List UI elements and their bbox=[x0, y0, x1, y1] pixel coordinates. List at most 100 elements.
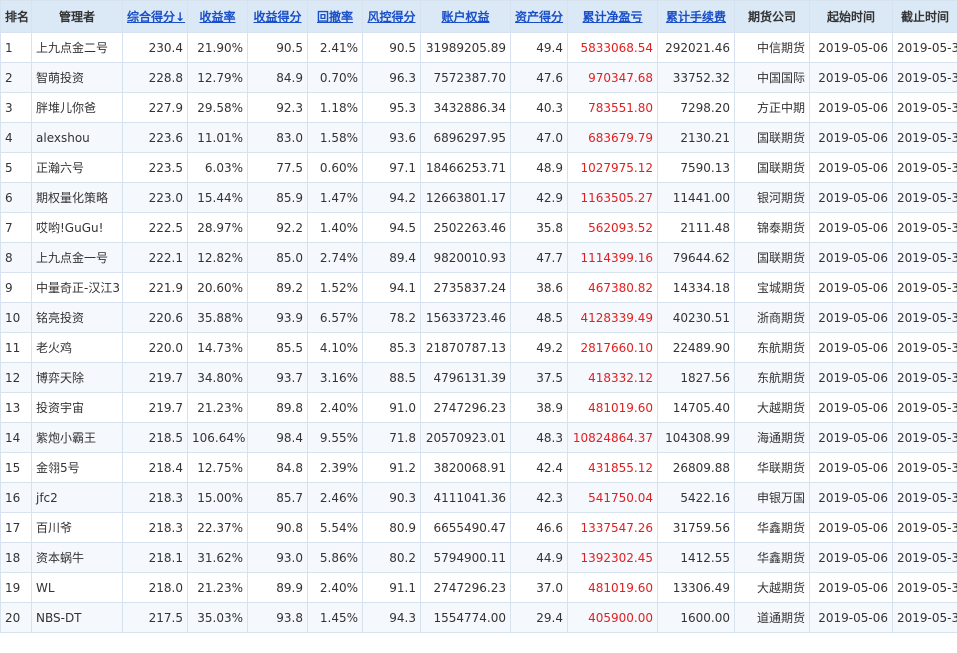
header-label[interactable]: 收益率 bbox=[199, 10, 235, 24]
cell-manager: 上九点金二号 bbox=[31, 32, 123, 63]
column-header-end-time: 截止时间 bbox=[892, 0, 957, 33]
cell-end-time: 2019-05-30 bbox=[892, 122, 957, 153]
cell-futures-company: 东航期货 bbox=[734, 362, 810, 393]
cell-net-pnl: 1027975.12 bbox=[567, 152, 658, 183]
cell-rank: 12 bbox=[0, 362, 32, 393]
cell-risk-score: 91.0 bbox=[362, 392, 421, 423]
cell-futures-company: 浙商期货 bbox=[734, 302, 810, 333]
table-row[interactable]: 1 上九点金二号 230.4 21.90% 90.5 2.41% 90.5 31989205.… bbox=[0, 32, 957, 63]
cell-drawdown-rate: 2.39% bbox=[307, 452, 363, 483]
cell-start-time: 2019-05-06 bbox=[809, 482, 893, 513]
cell-end-time: 2019-05-30 bbox=[892, 482, 957, 513]
cell-risk-score: 89.4 bbox=[362, 242, 421, 273]
cell-net-pnl: 418332.12 bbox=[567, 362, 658, 393]
cell-return-score: 77.5 bbox=[247, 152, 308, 183]
cell-account-equity: 4111041.36 bbox=[420, 482, 511, 513]
table-row[interactable]: 18 资本蜗牛 218.1 31.62% 93.0 5.86% 80.2 5794900.11… bbox=[0, 542, 957, 573]
column-header-account-equity[interactable]: 账户权益 bbox=[420, 0, 511, 33]
column-header-risk-score[interactable]: 风控得分 bbox=[362, 0, 421, 33]
cell-start-time: 2019-05-06 bbox=[809, 572, 893, 603]
table-row[interactable]: 6 期权量化策略 223.0 15.44% 85.9 1.47% 94.2 12663801.… bbox=[0, 182, 957, 213]
cell-return-rate: 15.44% bbox=[187, 182, 248, 213]
cell-risk-score: 96.3 bbox=[362, 62, 421, 93]
cell-asset-score: 48.9 bbox=[510, 152, 568, 183]
cell-risk-score: 93.6 bbox=[362, 122, 421, 153]
table-row[interactable]: 16 jfc2 218.3 15.00% 85.7 2.46% 90.3 4111041.36… bbox=[0, 482, 957, 513]
table-row[interactable]: 10 铭亮投资 220.6 35.88% 93.9 6.57% 78.2 15633723.4… bbox=[0, 302, 957, 333]
table-row[interactable]: 9 中量奇正-汉江3 221.9 20.60% 89.2 1.52% 94.1 2735837… bbox=[0, 272, 957, 303]
cell-net-pnl: 683679.79 bbox=[567, 122, 658, 153]
table-row[interactable]: 11 老火鸡 220.0 14.73% 85.5 4.10% 85.3 21870787.13… bbox=[0, 332, 957, 363]
table-row[interactable]: 13 投资宇宙 219.7 21.23% 89.8 2.40% 91.0 2747296.23… bbox=[0, 392, 957, 423]
cell-fees: 5422.16 bbox=[657, 482, 735, 513]
column-header-fees[interactable]: 累计手续费 bbox=[657, 0, 735, 33]
header-label[interactable]: 回撤率 bbox=[317, 10, 353, 24]
cell-risk-score: 88.5 bbox=[362, 362, 421, 393]
cell-net-pnl: 1337547.26 bbox=[567, 512, 658, 543]
cell-drawdown-rate: 1.40% bbox=[307, 212, 363, 243]
cell-start-time: 2019-05-06 bbox=[809, 92, 893, 123]
cell-account-equity: 9820010.93 bbox=[420, 242, 511, 273]
table-row[interactable]: 8 上九点金一号 222.1 12.82% 85.0 2.74% 89.4 9820010.9… bbox=[0, 242, 957, 273]
cell-drawdown-rate: 2.46% bbox=[307, 482, 363, 513]
table-row[interactable]: 12 博弈天除 219.7 34.80% 93.7 3.16% 88.5 4796131.39… bbox=[0, 362, 957, 393]
cell-drawdown-rate: 5.86% bbox=[307, 542, 363, 573]
cell-asset-score: 49.4 bbox=[510, 32, 568, 63]
table-row[interactable]: 17 百川爷 218.3 22.37% 90.8 5.54% 80.9 6655490.47 4… bbox=[0, 512, 957, 543]
cell-start-time: 2019-05-06 bbox=[809, 602, 893, 633]
cell-asset-score: 37.0 bbox=[510, 572, 568, 603]
header-label[interactable]: 资产得分 bbox=[515, 10, 563, 24]
cell-total-score: 227.9 bbox=[122, 92, 188, 123]
cell-end-time: 2019-05-30 bbox=[892, 332, 957, 363]
header-label[interactable]: 综合得分↓ bbox=[127, 10, 185, 24]
cell-end-time: 2019-05-30 bbox=[892, 92, 957, 123]
cell-manager: 上九点金一号 bbox=[31, 242, 123, 273]
cell-manager: WL bbox=[31, 572, 123, 603]
cell-total-score: 220.0 bbox=[122, 332, 188, 363]
table-row[interactable]: 19 WL 218.0 21.23% 89.9 2.40% 91.1 2747296.23 37… bbox=[0, 572, 957, 603]
cell-risk-score: 94.2 bbox=[362, 182, 421, 213]
column-header-return-score[interactable]: 收益得分 bbox=[247, 0, 308, 33]
cell-fees: 13306.49 bbox=[657, 572, 735, 603]
table-row[interactable]: 5 正瀚六号 223.5 6.03% 77.5 0.60% 97.1 18466253.71 4… bbox=[0, 152, 957, 183]
column-header-asset-score[interactable]: 资产得分 bbox=[510, 0, 568, 33]
table-row[interactable]: 15 金翎5号 218.4 12.75% 84.8 2.39% 91.2 3820068.91… bbox=[0, 452, 957, 483]
table-row[interactable]: 7 哎哟!GuGu! 222.5 28.97% 92.2 1.40% 94.5 2502263… bbox=[0, 212, 957, 243]
cell-total-score: 223.6 bbox=[122, 122, 188, 153]
table-row[interactable]: 4 alexshou 223.6 11.01% 83.0 1.58% 93.6 6896297… bbox=[0, 122, 957, 153]
cell-asset-score: 48.5 bbox=[510, 302, 568, 333]
cell-total-score: 230.4 bbox=[122, 32, 188, 63]
table-row[interactable]: 3 胖堆儿你爸 227.9 29.58% 92.3 1.18% 95.3 3432886.34… bbox=[0, 92, 957, 123]
cell-manager: 紫炮小霸王 bbox=[31, 422, 123, 453]
cell-total-score: 220.6 bbox=[122, 302, 188, 333]
header-label[interactable]: 风控得分 bbox=[367, 10, 415, 24]
column-header-return-rate[interactable]: 收益率 bbox=[187, 0, 248, 33]
cell-manager: alexshou bbox=[31, 122, 123, 153]
cell-fees: 14334.18 bbox=[657, 272, 735, 303]
cell-risk-score: 94.3 bbox=[362, 602, 421, 633]
cell-fees: 1827.56 bbox=[657, 362, 735, 393]
cell-account-equity: 15633723.46 bbox=[420, 302, 511, 333]
column-header-drawdown-rate[interactable]: 回撤率 bbox=[307, 0, 363, 33]
cell-net-pnl: 481019.60 bbox=[567, 572, 658, 603]
cell-rank: 5 bbox=[0, 152, 32, 183]
header-label[interactable]: 账户权益 bbox=[441, 10, 489, 24]
cell-drawdown-rate: 5.54% bbox=[307, 512, 363, 543]
header-label[interactable]: 收益得分 bbox=[253, 10, 301, 24]
cell-net-pnl: 10824864.37 bbox=[567, 422, 658, 453]
column-header-total-score[interactable]: 综合得分↓ bbox=[122, 0, 188, 33]
table-row[interactable]: 14 紫炮小霸王 218.5 106.64% 98.4 9.55% 71.8 20570923… bbox=[0, 422, 957, 453]
cell-total-score: 218.5 bbox=[122, 422, 188, 453]
cell-manager: 博弈天除 bbox=[31, 362, 123, 393]
cell-fees: 22489.90 bbox=[657, 332, 735, 363]
header-label: 排名 bbox=[5, 10, 30, 24]
cell-end-time: 2019-05-30 bbox=[892, 182, 957, 213]
header-label[interactable]: 累计手续费 bbox=[666, 10, 726, 24]
table-row[interactable]: 2 智萌投资 228.8 12.79% 84.9 0.70% 96.3 7572387.70 4… bbox=[0, 62, 957, 93]
cell-account-equity: 4796131.39 bbox=[420, 362, 511, 393]
column-header-net-pnl[interactable]: 累计净盈亏 bbox=[567, 0, 658, 33]
cell-risk-score: 91.2 bbox=[362, 452, 421, 483]
table-row[interactable]: 20 NBS-DT 217.5 35.03% 93.8 1.45% 94.3 1554774.… bbox=[0, 602, 957, 633]
cell-fees: 11441.00 bbox=[657, 182, 735, 213]
header-label[interactable]: 累计净盈亏 bbox=[582, 10, 642, 24]
